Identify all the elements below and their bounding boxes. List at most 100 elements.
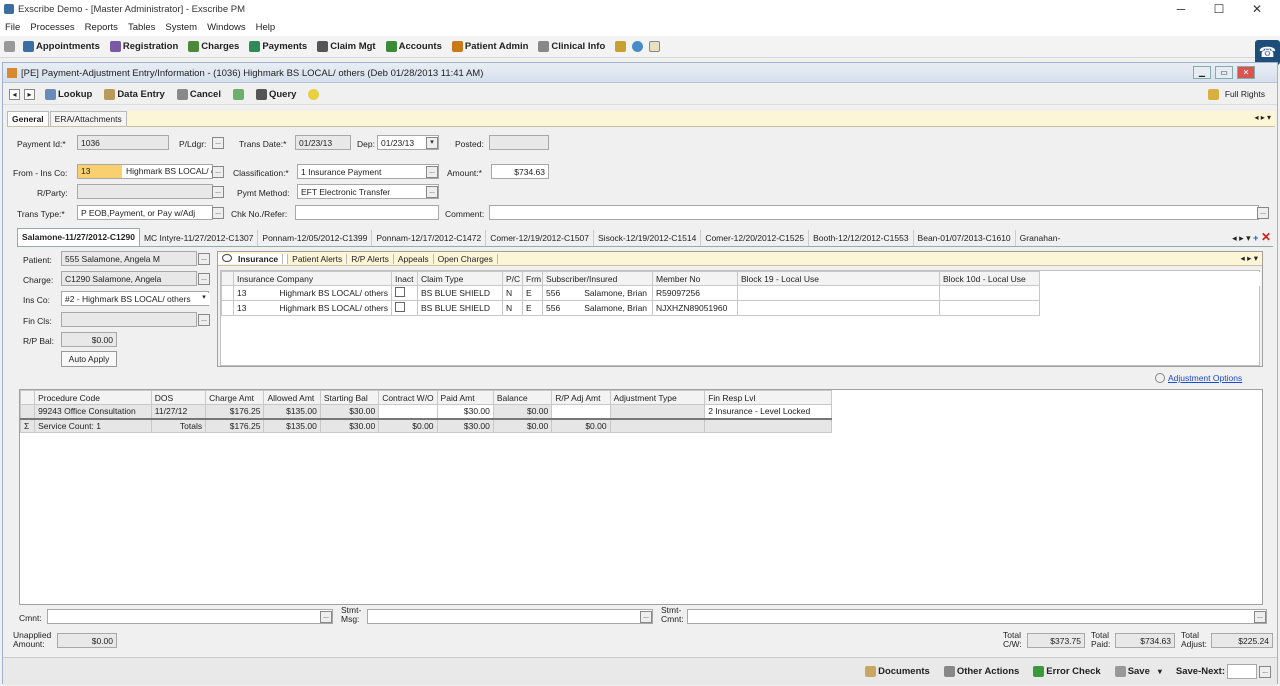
cmnt-lookup-button[interactable]: ...: [320, 611, 332, 623]
charges-button[interactable]: Charges: [188, 41, 239, 52]
insco-dropdown-icon[interactable]: ▾: [198, 293, 210, 305]
charge-lookup-button[interactable]: ...: [198, 273, 210, 285]
menu-windows[interactable]: Windows: [202, 19, 251, 33]
inactive-checkbox[interactable]: [395, 287, 405, 297]
claim-tab[interactable]: Comer-12/19/2012-C1507: [486, 230, 595, 246]
comment-field[interactable]: [489, 205, 1259, 220]
clinical-info-button[interactable]: Clinical Info: [538, 41, 605, 52]
rparty-field[interactable]: [77, 184, 213, 199]
col-header[interactable]: Paid Amt: [436, 390, 494, 405]
next-record-icon[interactable]: ▸: [24, 88, 35, 100]
table-row[interactable]: 13 Highmark BS LOCAL/ others BS BLUE SHIE…: [221, 285, 1261, 301]
menu-file[interactable]: File: [0, 19, 25, 33]
tab-appeals[interactable]: Appeals: [394, 253, 434, 264]
maximize-button[interactable]: ☐: [1208, 2, 1230, 16]
col-header[interactable]: Member No: [652, 271, 738, 286]
comment-lookup-button[interactable]: ...: [1257, 207, 1269, 219]
insco-select[interactable]: #2 - Highmark BS LOCAL/ others: [61, 291, 209, 306]
minimize-button[interactable]: ─: [1170, 2, 1192, 16]
col-header[interactable]: Block 19 - Local Use: [737, 271, 940, 286]
save-dropdown-icon[interactable]: ▾: [1158, 667, 1162, 676]
back-icon[interactable]: [4, 41, 15, 52]
fincls-field[interactable]: [61, 312, 197, 327]
menu-processes[interactable]: Processes: [25, 19, 79, 33]
from-ins-lookup-button[interactable]: ...: [212, 166, 224, 178]
patient-lookup-button[interactable]: ...: [198, 253, 210, 265]
help-icon[interactable]: [308, 88, 320, 100]
pymt-method-field[interactable]: EFT Electronic Transfer: [297, 184, 439, 199]
payment-id-field[interactable]: 1036: [77, 135, 169, 150]
cancel-button[interactable]: Cancel: [176, 88, 221, 100]
close-button[interactable]: ✕: [1246, 2, 1268, 16]
col-header[interactable]: Procedure Code: [34, 390, 152, 405]
doc-close-button[interactable]: ✕: [1237, 66, 1255, 79]
adjustment-options-link[interactable]: Adjustment Options: [1155, 373, 1242, 383]
col-header[interactable]: P/C: [502, 271, 523, 286]
col-header[interactable]: Subscriber/Insured: [542, 271, 653, 286]
col-header[interactable]: Contract W/O: [378, 390, 438, 405]
documents-button[interactable]: Documents: [865, 666, 930, 677]
error-check-button[interactable]: Error Check: [1033, 666, 1101, 677]
tab-rp-alerts[interactable]: R/P Alerts: [347, 253, 394, 264]
col-header[interactable]: Adjustment Type: [609, 390, 706, 405]
from-ins-field[interactable]: 13 Highmark BS LOCAL/ o: [77, 164, 213, 179]
col-header[interactable]: Starting Bal: [319, 390, 380, 405]
tab-open-charges[interactable]: Open Charges: [434, 253, 498, 264]
inactive-checkbox[interactable]: [395, 302, 405, 312]
cmnt-field[interactable]: [47, 609, 333, 624]
mail-icon[interactable]: [649, 41, 661, 52]
lookup-button[interactable]: Lookup: [45, 88, 92, 100]
save-next-button[interactable]: Save-Next:: [1176, 666, 1225, 677]
claim-tab-nav-icon[interactable]: ◂ ▸ ▾ + ✕: [1230, 228, 1273, 246]
menu-tables[interactable]: Tables: [123, 19, 160, 33]
tab-patient-alerts[interactable]: Patient Alerts: [288, 253, 348, 264]
payments-button[interactable]: Payments: [249, 41, 307, 52]
claim-mgt-button[interactable]: Claim Mgt: [317, 41, 376, 52]
other-actions-button[interactable]: Other Actions: [943, 666, 1019, 677]
col-header[interactable]: Balance: [492, 390, 553, 405]
dep-date-dropdown[interactable]: ▾: [426, 137, 438, 149]
query-button[interactable]: Query: [255, 88, 296, 100]
save-next-lookup-button[interactable]: ...: [1259, 665, 1271, 678]
col-header[interactable]: R/P Adj Amt: [551, 390, 611, 405]
col-header[interactable]: Fin Resp Lvl: [704, 390, 832, 405]
rp-adj-amt-cell[interactable]: [551, 404, 611, 419]
save-button[interactable]: Save ▾: [1114, 666, 1162, 677]
table-cell[interactable]: [391, 300, 418, 316]
pldgr-lookup-button[interactable]: ...: [212, 137, 224, 149]
patient-field[interactable]: 555 Salamone, Angela M: [61, 251, 197, 266]
rparty-lookup-button[interactable]: ...: [212, 186, 224, 198]
globe-icon[interactable]: [632, 41, 644, 52]
save-next-field[interactable]: [1227, 664, 1257, 679]
accounts-button[interactable]: Accounts: [385, 41, 442, 52]
claim-tab[interactable]: Ponnam-12/05/2012-C1399: [258, 230, 373, 246]
table-row[interactable]: 13 Highmark BS LOCAL/ others BS BLUE SHIE…: [221, 300, 1261, 316]
menu-system[interactable]: System: [160, 19, 202, 33]
claim-tab[interactable]: Ponnam-12/17/2012-C1472: [372, 230, 487, 246]
claim-tab[interactable]: Sisock-12/19/2012-C1514: [594, 230, 702, 246]
charge-field[interactable]: C1290 Salamone, Angela: [61, 271, 197, 286]
row-selector[interactable]: [221, 285, 234, 301]
table-cell[interactable]: [391, 285, 418, 301]
fin-resp-cell[interactable]: 2 Insurance - Level Locked: [704, 404, 832, 419]
col-header[interactable]: Inact: [391, 271, 418, 286]
stmt-cmnt-field[interactable]: [687, 609, 1267, 624]
claim-tab[interactable]: Booth-12/12/2012-C1553: [809, 230, 914, 246]
tab-era-attachments[interactable]: ERA/Attachments: [49, 111, 127, 126]
claim-tab-salamone[interactable]: Salamone-11/27/2012-C1290: [17, 228, 140, 246]
claim-tab[interactable]: Comer-12/20/2012-C1525: [701, 230, 810, 246]
pymt-method-lookup-button[interactable]: ...: [426, 186, 438, 198]
trans-type-lookup-button[interactable]: ...: [212, 207, 224, 219]
doc-minimize-button[interactable]: ▁: [1193, 66, 1211, 79]
stmt-msg-field[interactable]: [367, 609, 653, 624]
paid-amt-cell[interactable]: $30.00: [436, 404, 494, 419]
claim-tab[interactable]: MC Intyre-11/27/2012-C1307: [140, 230, 259, 246]
col-header[interactable]: Charge Amt: [205, 390, 265, 405]
fincls-lookup-button[interactable]: ...: [198, 314, 210, 326]
contract-wo-cell[interactable]: [378, 404, 438, 419]
row-selector[interactable]: [19, 404, 36, 419]
row-selector[interactable]: [221, 300, 234, 316]
tab-insurance[interactable]: Insurance: [218, 253, 289, 264]
menu-reports[interactable]: Reports: [80, 19, 123, 33]
claim-tab[interactable]: Granahan-01/(: [1016, 230, 1060, 246]
